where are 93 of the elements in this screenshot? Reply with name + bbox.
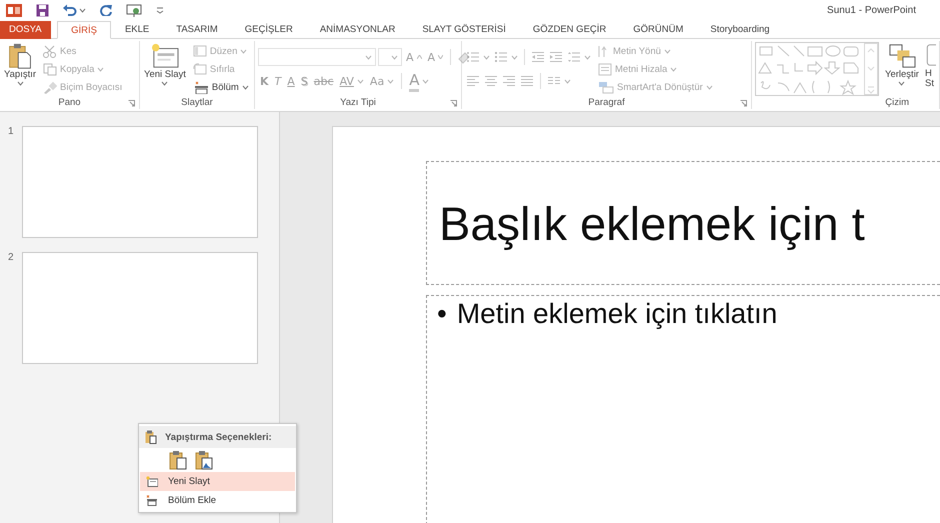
- bullet: •: [437, 298, 447, 331]
- title-text: Başlık eklemek için t: [439, 196, 865, 250]
- body-text: Metin eklemek için tıklatın: [456, 298, 778, 331]
- group-label: Yazı Tipi: [340, 97, 376, 108]
- undo-icon[interactable]: [63, 4, 77, 16]
- caret-icon: [898, 81, 906, 86]
- section-icon: [192, 80, 209, 94]
- caret-icon: [670, 66, 678, 72]
- decrease-indent-icon: [531, 51, 545, 63]
- copy-icon: [43, 62, 58, 76]
- clipboard-icon: [7, 43, 34, 69]
- caret-icon: [422, 78, 430, 84]
- align-left-icon: [466, 75, 480, 87]
- group-label: Slaytlar: [181, 97, 213, 108]
- group-label: Çizim: [885, 97, 909, 108]
- numbered-list-icon: [494, 51, 508, 63]
- slide-canvas[interactable]: Başlık eklemek için t • Metin eklemek için tıklatın: [332, 126, 940, 523]
- new-slide-icon: [150, 43, 180, 69]
- dialog-launcher-icon: [450, 100, 457, 107]
- group-label: Pano: [58, 97, 81, 108]
- layout-icon: [192, 45, 207, 57]
- columns-icon: [547, 75, 561, 87]
- new-slide-icon: [146, 476, 158, 487]
- caret-icon: [97, 66, 104, 72]
- clipboard-icon: [145, 430, 157, 444]
- eraser-icon: [457, 50, 472, 64]
- slide-number: 1: [8, 126, 14, 137]
- caret-icon: [79, 8, 86, 12]
- ribbon-tab[interactable]: GİRİŞ: [56, 21, 112, 39]
- customize-menu-icon[interactable]: [156, 6, 164, 14]
- arrange-shapes-icon: [886, 43, 917, 69]
- caret-icon: [356, 78, 364, 84]
- ribbon-button[interactable]: Yerleştir: [884, 42, 920, 96]
- title-placeholder[interactable]: Başlık eklemek için t: [426, 161, 940, 285]
- caret-icon: [584, 54, 591, 60]
- ribbon-tab[interactable]: EKLE: [111, 21, 163, 39]
- bullet-list-icon: [466, 51, 480, 63]
- presentation-screen-icon[interactable]: [126, 4, 142, 16]
- ribbon-tab[interactable]: SLAYT GÖSTERİSİ: [408, 21, 520, 39]
- file-tab[interactable]: DOSYA: [0, 21, 51, 39]
- window-title: Sunu1 - PowerPoint: [827, 4, 916, 16]
- justify-icon: [520, 75, 534, 87]
- smartart-icon: [598, 80, 614, 94]
- body-placeholder[interactable]: • Metin eklemek için tıklatın: [426, 295, 940, 523]
- ribbon-button[interactable]: Yapıştır: [3, 42, 38, 96]
- menu-header-text: Yapıştırma Seçenekleri:: [165, 432, 272, 442]
- ribbon-tab[interactable]: GÖZDEN GEÇİR: [519, 21, 620, 39]
- line-spacing-icon: [567, 51, 581, 63]
- group-label: Paragraf: [588, 97, 625, 108]
- ribbon-tab[interactable]: Storyboarding: [696, 21, 784, 39]
- ribbon-button[interactable]: H St: [924, 42, 937, 96]
- reset-slide-icon: [192, 63, 207, 75]
- section-icon: [146, 495, 158, 506]
- menu-item[interactable]: Yeni Slayt: [140, 472, 295, 491]
- paste-keep-icon[interactable]: [169, 450, 187, 470]
- dialog-launcher-icon: [740, 100, 747, 107]
- arrow-down-icon: [438, 55, 444, 59]
- ribbon-button[interactable]: Bölüm: [192, 80, 250, 94]
- gallery-scrollbar-icon: [864, 43, 878, 95]
- slide-thumbnail[interactable]: [22, 252, 258, 364]
- arrow-up-icon: [416, 55, 422, 59]
- paintbrush-icon: [43, 80, 58, 94]
- scissors-icon: [43, 44, 58, 58]
- powerpoint-logo-icon[interactable]: [6, 4, 22, 16]
- caret-icon: [664, 48, 671, 54]
- increase-indent-icon: [549, 51, 563, 63]
- caret-icon: [391, 54, 398, 60]
- caret-icon: [365, 54, 372, 60]
- slide-thumbnail[interactable]: [22, 126, 258, 238]
- ribbon-tab[interactable]: GÖRÜNÜM: [620, 21, 697, 39]
- caret-icon: [706, 84, 713, 90]
- style-swatch-icon: [926, 42, 936, 68]
- redo-icon[interactable]: [100, 4, 112, 16]
- menu-item[interactable]: Bölüm Ekle: [140, 491, 295, 510]
- ribbon-tab[interactable]: TASARIM: [162, 21, 232, 39]
- ribbon-tab[interactable]: ANİMASYONLAR: [306, 21, 409, 39]
- slide-number: 2: [8, 252, 14, 263]
- ribbon-button[interactable]: Yeni Slayt: [143, 42, 187, 96]
- caret-icon: [511, 54, 518, 60]
- caret-icon: [387, 78, 394, 84]
- align-text-icon: [598, 62, 612, 76]
- ribbon-tab[interactable]: GEÇİŞLER: [231, 21, 306, 39]
- align-center-icon: [484, 75, 498, 87]
- caret-icon: [16, 81, 24, 86]
- caret-icon: [483, 54, 490, 60]
- save-icon[interactable]: [36, 4, 49, 16]
- caret-icon: [161, 81, 168, 86]
- caret-icon: [242, 84, 249, 90]
- caret-icon: [564, 78, 571, 84]
- dialog-launcher-icon: [128, 100, 135, 107]
- caret-icon: [240, 48, 248, 54]
- paste-picture-icon[interactable]: [195, 450, 213, 470]
- align-right-icon: [502, 75, 516, 87]
